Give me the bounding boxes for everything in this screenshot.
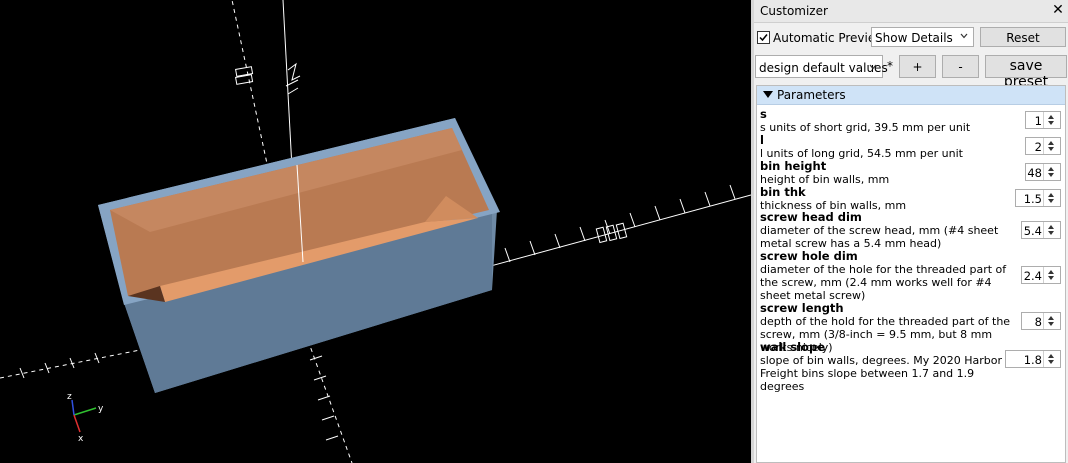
save-preset-button[interactable]: save preset bbox=[985, 55, 1067, 90]
param-description: diameter of the screw head, mm (#4 sheet… bbox=[760, 224, 999, 250]
close-icon[interactable]: ✕ bbox=[1050, 2, 1066, 18]
triangle-down-icon bbox=[763, 91, 773, 98]
axis-gizmo bbox=[71, 399, 97, 433]
modified-marker: * bbox=[887, 59, 893, 73]
spin-down-icon[interactable] bbox=[1048, 173, 1054, 177]
param-name: s bbox=[760, 107, 767, 121]
details-select[interactable]: Show Details bbox=[871, 27, 974, 47]
param-name: screw head dim bbox=[760, 210, 862, 224]
spin-down-icon[interactable] bbox=[1048, 360, 1054, 364]
parameters-header[interactable]: Parameters bbox=[757, 86, 1065, 105]
param-value: 1.5 bbox=[1023, 192, 1042, 206]
spin-down-icon[interactable] bbox=[1048, 276, 1054, 280]
axis-z-label: z bbox=[67, 392, 72, 402]
spin-up-icon[interactable] bbox=[1048, 193, 1054, 197]
remove-preset-button[interactable]: - bbox=[942, 55, 979, 78]
parameters-header-label: Parameters bbox=[777, 88, 846, 102]
param-screw-head-dim-spinbox[interactable]: 5.4 bbox=[1021, 221, 1061, 239]
param-l-spinbox[interactable]: 2 bbox=[1025, 137, 1061, 155]
param-value: 2.4 bbox=[1023, 269, 1042, 283]
spin-down-icon[interactable] bbox=[1048, 199, 1054, 203]
checkbox-checked-icon[interactable] bbox=[757, 31, 770, 44]
spin-arrows[interactable] bbox=[1043, 222, 1060, 238]
chevron-down-icon bbox=[869, 64, 877, 70]
spin-up-icon[interactable] bbox=[1048, 167, 1054, 171]
param-description: s units of short grid, 39.5 mm per unit bbox=[760, 121, 971, 134]
param-name: screw hole dim bbox=[760, 249, 858, 263]
axis-y-label: y bbox=[98, 404, 104, 414]
spin-up-icon[interactable] bbox=[1048, 270, 1054, 274]
reset-button[interactable]: Reset bbox=[980, 27, 1066, 47]
spin-up-icon[interactable] bbox=[1048, 141, 1054, 145]
spin-arrows[interactable] bbox=[1043, 190, 1060, 206]
param-bin-thk-spinbox[interactable]: 1.5 bbox=[1015, 189, 1061, 207]
viewport-scene: z y x bbox=[0, 0, 751, 463]
spin-arrows[interactable] bbox=[1043, 351, 1060, 367]
param-value: 1.8 bbox=[1023, 353, 1042, 367]
3d-viewport[interactable]: z y x bbox=[0, 0, 751, 463]
spin-arrows[interactable] bbox=[1043, 138, 1060, 154]
customizer-title: Customizer bbox=[760, 4, 828, 18]
parameters-group: Parameters s s units of short grid, 39.5… bbox=[756, 85, 1066, 463]
param-value: 5.4 bbox=[1023, 224, 1042, 238]
param-description: slope of bin walls, degrees. My 2020 Har… bbox=[760, 354, 1002, 393]
automatic-preview-label[interactable]: Automatic Preview bbox=[773, 31, 885, 45]
param-bin-height-spinbox[interactable]: 48 bbox=[1025, 163, 1061, 181]
param-s-spinbox[interactable]: 1 bbox=[1025, 111, 1061, 129]
param-value: 8 bbox=[1034, 315, 1042, 329]
customizer-titlebar: Customizer ✕ bbox=[754, 0, 1068, 23]
spin-arrows[interactable] bbox=[1043, 313, 1060, 329]
spin-up-icon[interactable] bbox=[1048, 316, 1054, 320]
spin-down-icon[interactable] bbox=[1048, 231, 1054, 235]
param-name: bin height bbox=[760, 159, 827, 173]
add-preset-button[interactable]: + bbox=[899, 55, 936, 78]
spin-down-icon[interactable] bbox=[1048, 322, 1054, 326]
spin-up-icon[interactable] bbox=[1048, 354, 1054, 358]
param-value: 2 bbox=[1034, 140, 1042, 154]
param-name: wall slope bbox=[760, 340, 825, 354]
spin-arrows[interactable] bbox=[1043, 112, 1060, 128]
spin-down-icon[interactable] bbox=[1048, 121, 1054, 125]
axis-x-label: x bbox=[78, 434, 84, 444]
param-screw-hole-dim-spinbox[interactable]: 2.4 bbox=[1021, 266, 1061, 284]
param-value: 1 bbox=[1034, 114, 1042, 128]
spin-up-icon[interactable] bbox=[1048, 115, 1054, 119]
details-select-value: Show Details bbox=[875, 31, 953, 45]
spin-up-icon[interactable] bbox=[1048, 225, 1054, 229]
param-value: 48 bbox=[1027, 166, 1042, 180]
preset-select[interactable]: design default values bbox=[755, 55, 888, 78]
param-name: l bbox=[760, 133, 764, 147]
param-name: screw length bbox=[760, 301, 844, 315]
param-description: diameter of the hole for the threaded pa… bbox=[760, 263, 1007, 302]
customizer-panel: Customizer ✕ Automatic Preview Show Deta… bbox=[754, 0, 1068, 463]
chevron-down-icon bbox=[960, 33, 968, 39]
param-wall-slope-spinbox[interactable]: 1.8 bbox=[1005, 350, 1061, 368]
spin-arrows[interactable] bbox=[1043, 164, 1060, 180]
param-screw-length-spinbox[interactable]: 8 bbox=[1021, 312, 1061, 330]
spin-down-icon[interactable] bbox=[1048, 147, 1054, 151]
param-name: bin thk bbox=[760, 185, 806, 199]
spin-arrows[interactable] bbox=[1043, 267, 1060, 283]
